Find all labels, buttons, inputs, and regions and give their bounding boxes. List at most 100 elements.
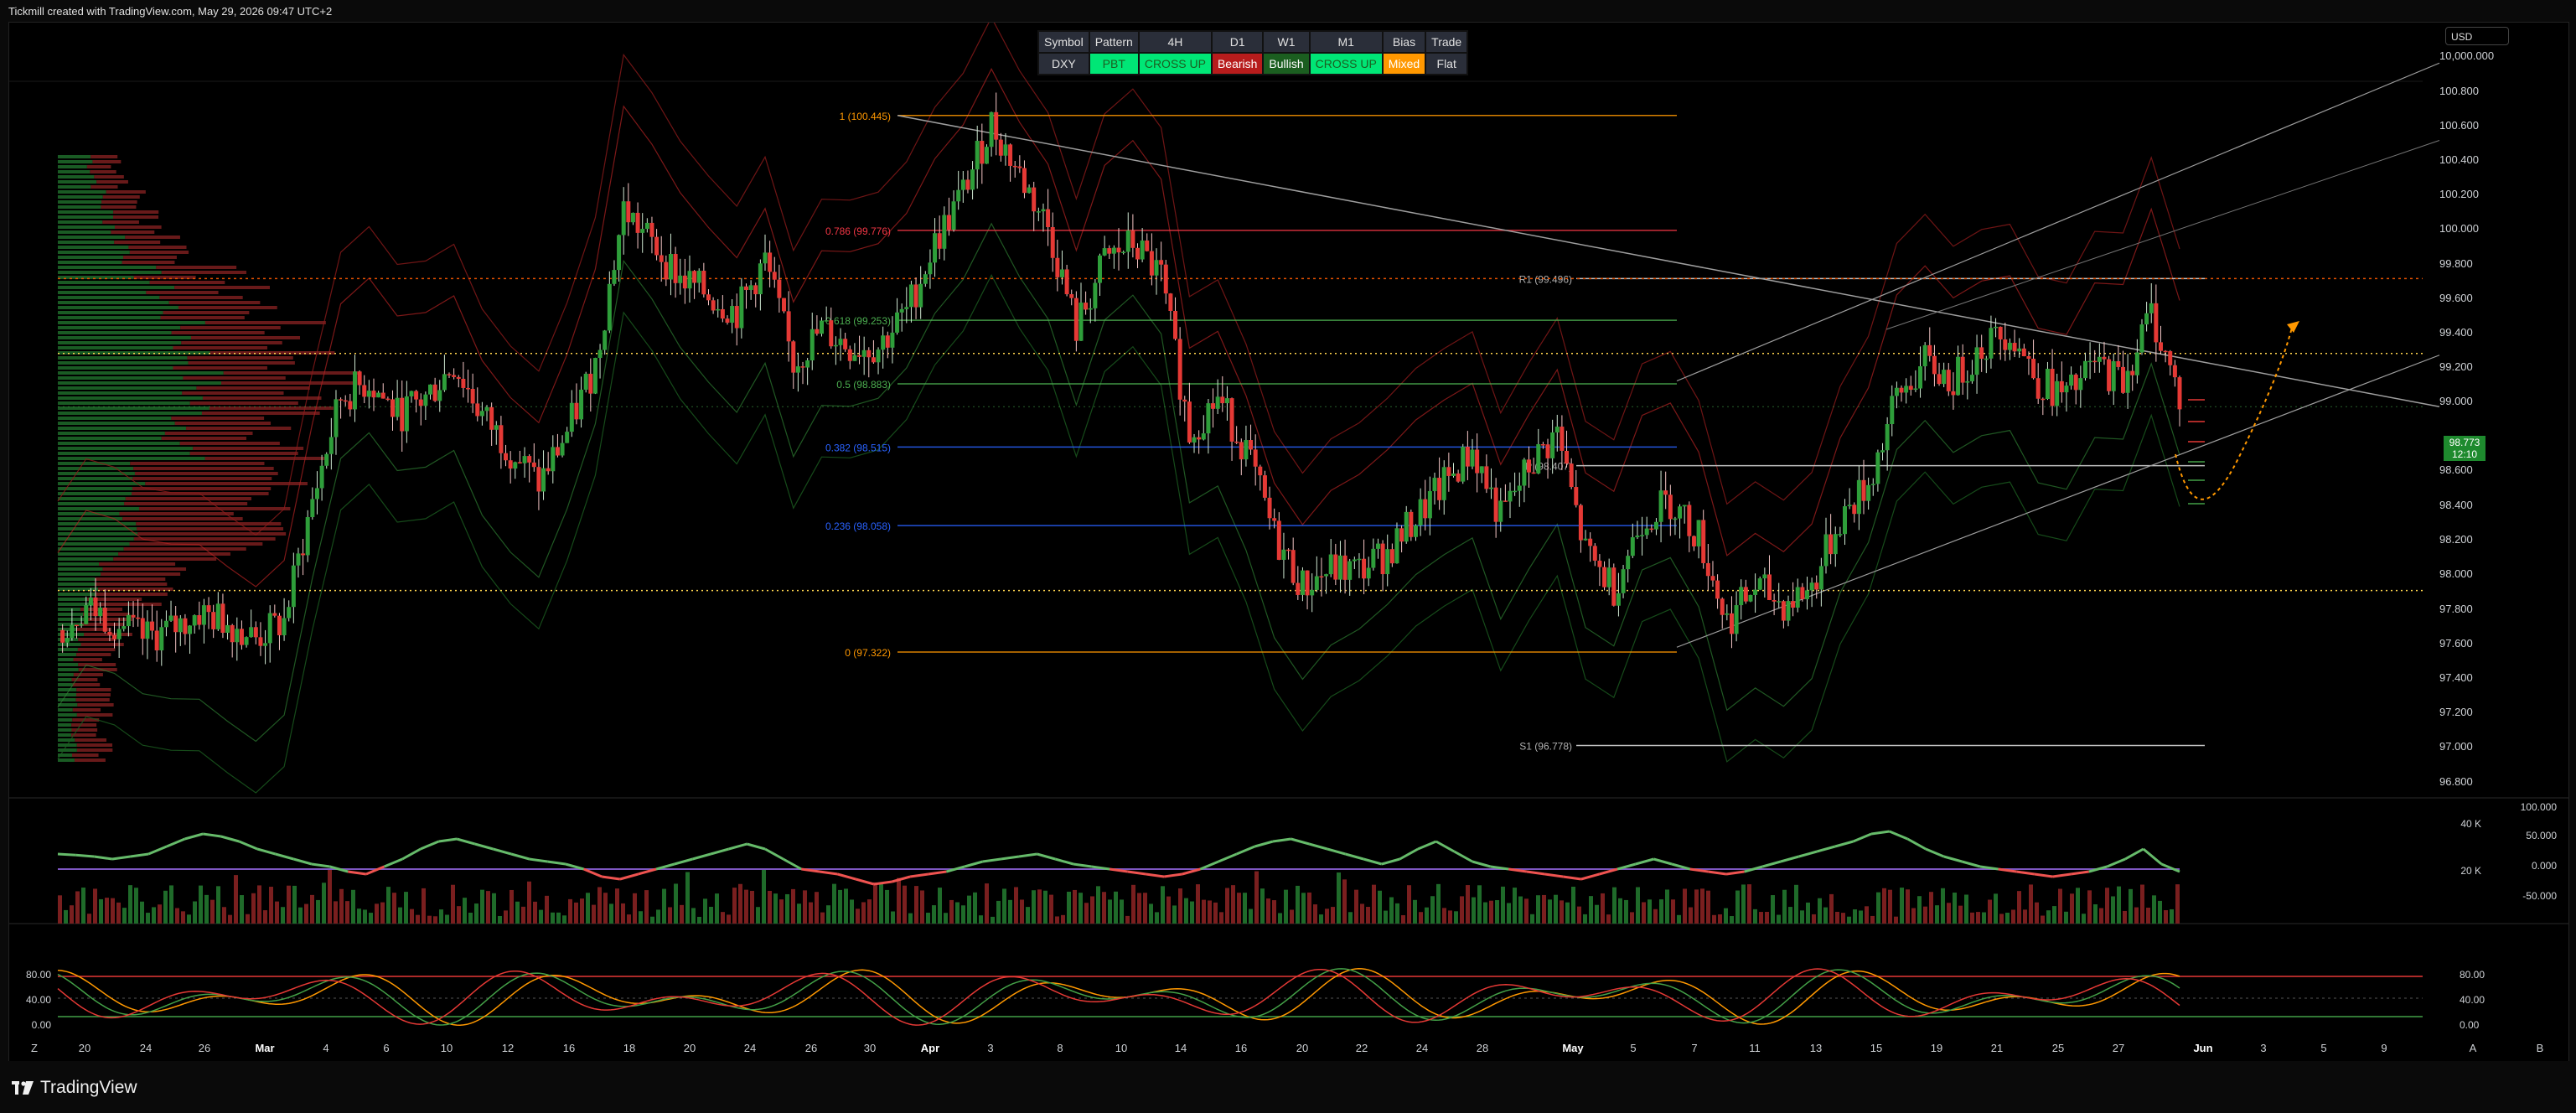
candle-body — [126, 614, 131, 627]
volume-bar — [920, 890, 924, 924]
candle-body — [800, 366, 805, 368]
volume-profile-bar-sell — [174, 422, 272, 425]
candle-body — [956, 189, 961, 202]
volume-bar — [380, 902, 385, 924]
oscillator-segment — [1435, 840, 1456, 853]
oscillator-axis-label: 0.000 — [2532, 860, 2557, 872]
volume-profile-bar-sell — [91, 185, 118, 189]
candle-body — [2092, 360, 2098, 363]
candle-body — [79, 624, 84, 626]
volume-bar — [275, 901, 279, 924]
price-axis-label: 100.600 — [2439, 119, 2479, 132]
volume-profile-bar-sell — [129, 251, 189, 254]
candle-body — [1937, 374, 1942, 385]
candle-body — [711, 300, 716, 311]
volume-bar — [779, 899, 784, 924]
time-axis-label: 24 — [744, 1042, 756, 1054]
candle-body — [536, 467, 541, 492]
oscillator-segment — [510, 852, 530, 861]
volume-bar — [1096, 886, 1100, 924]
volume-profile-bar-buy — [58, 648, 78, 651]
candle-body — [494, 425, 499, 430]
candle-body — [1084, 303, 1089, 310]
candle-body — [1994, 326, 1999, 329]
candle-body — [753, 285, 758, 295]
candle-body — [843, 339, 848, 349]
candle-body — [2069, 374, 2074, 386]
candle-body — [659, 255, 664, 262]
pivot-label: R1 (99.496) — [1519, 273, 1572, 285]
volume-bar — [1906, 889, 1910, 924]
oscillator-segment — [1472, 860, 1492, 868]
chart-canvas[interactable]: 10,000.000 100.800 100.600 100.400 100.200 10… — [9, 23, 2568, 1062]
candle-body — [1956, 356, 1961, 396]
volume-profile-bar-buy — [58, 618, 85, 621]
volume-bar — [1689, 907, 1693, 924]
price-axis-label: 98.200 — [2439, 533, 2473, 546]
volume-bar — [1911, 908, 1916, 924]
candle-body — [1922, 344, 1927, 367]
volume-profile-bar-sell — [75, 698, 110, 701]
time-axis-label: 10 — [1115, 1042, 1127, 1054]
candle-body — [994, 111, 999, 140]
volume-bar — [504, 910, 508, 924]
volume-profile-bar-sell — [77, 648, 116, 651]
volume-bar — [292, 885, 297, 924]
volume-profile-bar-buy — [58, 653, 77, 656]
volume-profile-bar-sell — [132, 477, 272, 480]
candle-body — [1838, 534, 1843, 536]
volume-bars — [58, 868, 2180, 924]
volume-bar — [973, 892, 977, 924]
time-axis-label: 22 — [1356, 1042, 1368, 1054]
candle-body — [277, 615, 282, 635]
candle-body — [682, 275, 687, 289]
candle-body — [1352, 559, 1357, 562]
candle-body — [1748, 594, 1753, 602]
candle-body — [1635, 536, 1640, 538]
volume-bar — [1583, 914, 1587, 924]
volume-bar — [2175, 884, 2180, 924]
volume-profile-bar-buy — [58, 261, 122, 264]
volume-bar — [1571, 887, 1575, 924]
envelope-lower-inner — [57, 222, 2180, 743]
volume-bar — [1970, 912, 1974, 924]
volume-bar — [932, 905, 936, 924]
volume-bar — [1642, 902, 1646, 924]
volume-profile-bar-sell — [90, 170, 116, 173]
volume-bar — [738, 883, 742, 924]
candle-body — [1192, 437, 1197, 443]
chart-frame[interactable]: 10,000.000 100.800 100.600 100.400 100.200 10… — [8, 22, 2569, 1063]
candle-body — [1371, 548, 1376, 568]
volume-profile-bar-sell — [145, 482, 308, 485]
volume-bar — [1331, 907, 1335, 924]
volume-bar — [187, 914, 191, 924]
oscillator-segment — [982, 857, 1001, 863]
volume-bar — [386, 887, 391, 924]
volume-bar — [128, 885, 132, 924]
volume-bar — [99, 898, 103, 924]
volume-bar — [122, 908, 127, 924]
price-axis-label: 97.600 — [2439, 637, 2473, 650]
candle-body — [1583, 538, 1588, 541]
candle-body — [1678, 506, 1683, 519]
volume-profile-bar-sell — [102, 195, 140, 199]
volume-bar — [1143, 893, 1147, 924]
volume-profile-bar-buy — [58, 748, 77, 752]
candle-body — [1140, 240, 1145, 260]
volume-bar — [1636, 887, 1640, 924]
volume-profile-bar-buy — [58, 361, 189, 365]
candle-body — [258, 637, 263, 646]
candle-body — [504, 453, 509, 461]
oscillator-segment — [1018, 852, 1037, 858]
candle-body — [479, 411, 484, 417]
volume-bar — [1002, 888, 1006, 924]
volume-bar — [856, 909, 860, 924]
currency-selector[interactable]: USD — [2445, 27, 2509, 45]
candle-body — [1602, 567, 1607, 588]
candle-body — [220, 603, 225, 633]
oscillator-segment — [1635, 857, 1654, 866]
candle-body — [244, 637, 249, 645]
candle-body — [913, 284, 918, 308]
candle-body — [918, 283, 923, 308]
tradingview-logo[interactable]: TradingView — [12, 1078, 137, 1098]
